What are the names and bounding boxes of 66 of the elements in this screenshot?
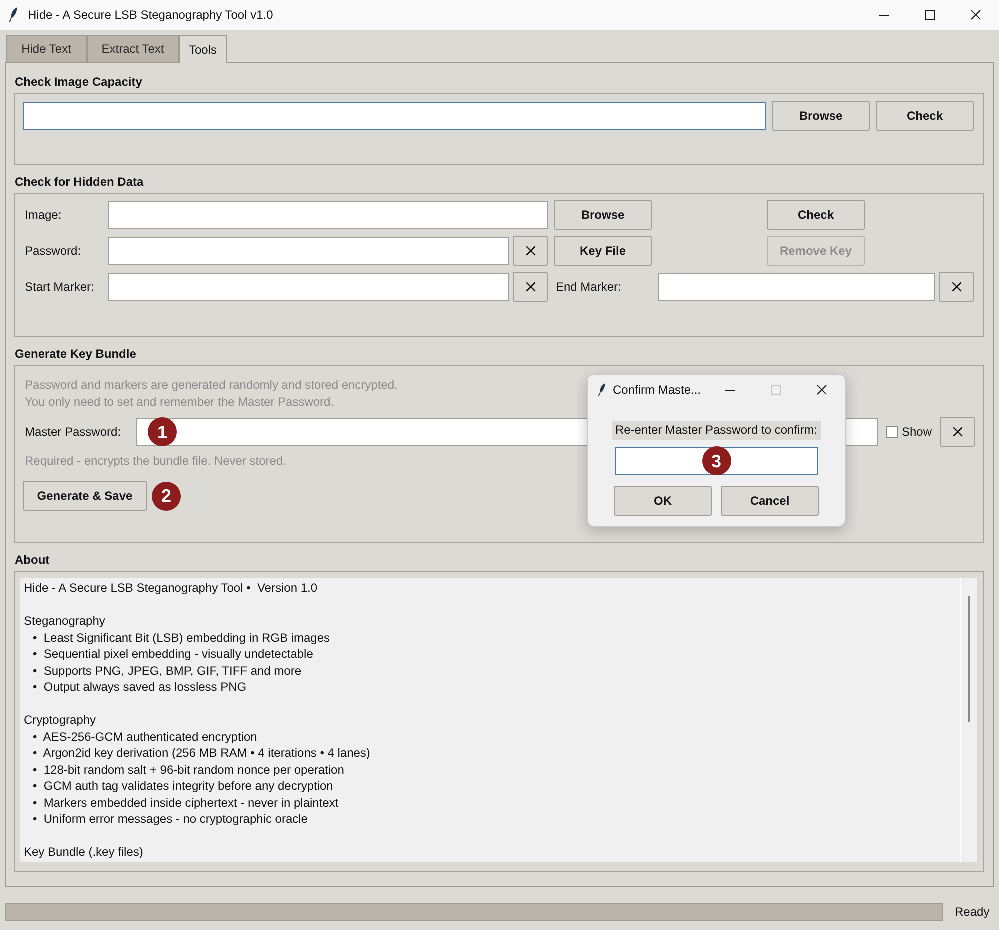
browse-button[interactable]: Browse	[772, 101, 870, 131]
confirm-password-field[interactable]	[615, 447, 818, 475]
minimize-icon	[879, 14, 889, 16]
about-bullet: • 128-bit random salt + 96-bit random nonce per operation	[33, 762, 344, 776]
dialog-prompt: Re-enter Master Password to confirm:	[612, 421, 821, 440]
clear-button[interactable]	[513, 236, 548, 266]
field-label: Start Marker:	[25, 279, 96, 296]
checkbox[interactable]	[886, 426, 898, 438]
field-label: Master Password:	[25, 424, 122, 441]
browse-button[interactable]: Browse	[554, 200, 652, 230]
about-heading: Key Bundle (.key files)	[24, 845, 144, 859]
about-bullet: • Supports PNG, JPEG, BMP, GIF, TIFF and more	[33, 664, 302, 678]
about-heading: Steganography	[24, 614, 106, 628]
x-icon	[526, 282, 536, 292]
end-marker-field[interactable]	[658, 273, 935, 301]
window-title: Hide - A Secure LSB Steganography Tool v1.0	[28, 7, 274, 24]
tab[interactable]: Extract Text	[87, 35, 179, 62]
about-bullet: • GCM auth tag validates integrity before any decryption	[33, 779, 334, 793]
about-bullet: • Output always saved as lossless PNG	[33, 680, 247, 694]
tab[interactable]: Tools	[179, 35, 227, 63]
field-label: Password:	[25, 243, 82, 260]
close-icon	[971, 10, 981, 20]
cancel-button[interactable]: Cancel	[721, 486, 819, 516]
about-bullet: • Uniform error messages - no cryptographic oracle	[33, 812, 308, 826]
feather-icon	[9, 7, 18, 23]
checkbox-label: Show	[902, 424, 932, 441]
tab[interactable]: Hide Text	[6, 35, 87, 62]
section-title: Generate Key Bundle	[15, 346, 136, 362]
check-button[interactable]: Check	[767, 200, 865, 230]
hint-text: Required - encrypts the bundle file. Never stored.	[25, 453, 286, 470]
clear-button[interactable]	[939, 272, 974, 302]
about-bullet: • Sequential pixel embedding - visually undetectable	[33, 647, 314, 661]
section-title: About	[15, 552, 50, 568]
password-field[interactable]	[108, 237, 509, 265]
status-text: Ready	[955, 904, 990, 921]
section-title: Check Image Capacity	[15, 74, 142, 90]
about-heading: Cryptography	[24, 713, 96, 727]
key-file-button[interactable]: Key File	[554, 236, 652, 266]
maximize-icon	[771, 385, 781, 395]
check-button[interactable]: Check	[876, 101, 974, 131]
field-label: Image:	[25, 207, 63, 224]
field-label: End Marker:	[556, 279, 622, 296]
x-icon	[952, 427, 962, 437]
image-path-field[interactable]	[23, 102, 766, 130]
dialog-title: Confirm Maste...	[613, 382, 702, 399]
maximize-icon	[925, 10, 935, 20]
close-icon	[817, 385, 827, 395]
info-text: You only need to set and remember the Master Password.	[25, 394, 334, 411]
start-marker-field[interactable]	[108, 273, 509, 301]
scrollbar-thumb[interactable]	[968, 596, 970, 722]
x-icon	[952, 282, 962, 292]
step-number-badge: 2	[152, 482, 181, 510]
clear-button[interactable]	[513, 272, 548, 302]
generate-save-button[interactable]: Generate & Save	[23, 481, 147, 511]
clear-button[interactable]	[940, 417, 975, 447]
image-field[interactable]	[108, 201, 548, 229]
about-bullet: • Least Significant Bit (LSB) embedding in RGB images	[33, 630, 330, 644]
about-bullet: • Markers embedded inside ciphertext - never in plaintext	[33, 796, 339, 810]
section-title: Check for Hidden Data	[15, 174, 144, 190]
info-text: Password and markers are generated randomly and stored encrypted.	[25, 377, 398, 394]
about-bullet: • Argon2id key derivation (256 MB RAM • 4 iterations • 4 lanes)	[33, 746, 370, 760]
about-bullet: • AES-256-GCM authenticated encryption	[33, 730, 258, 744]
ok-button[interactable]: OK	[614, 486, 712, 516]
x-icon	[526, 246, 536, 256]
feather-icon	[598, 383, 606, 397]
about-line: Hide - A Secure LSB Steganography Tool • Version 1.0	[24, 581, 318, 595]
